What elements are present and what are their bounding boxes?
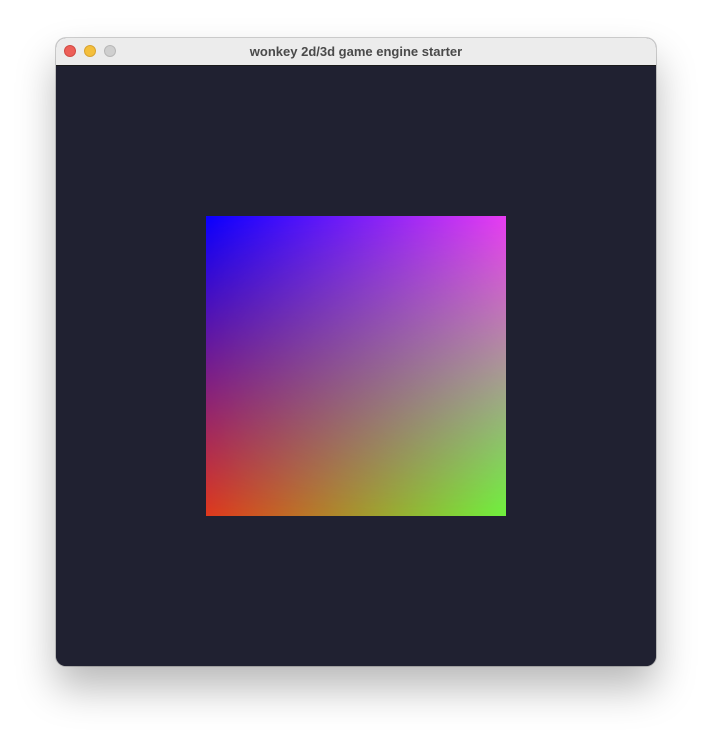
desktop: wonkey 2d/3d game engine starter bbox=[0, 0, 712, 740]
gradient-quad bbox=[206, 216, 506, 516]
title-bar[interactable]: wonkey 2d/3d game engine starter bbox=[56, 38, 656, 66]
gradient-quad-graphic bbox=[206, 216, 506, 516]
app-window[interactable]: wonkey 2d/3d game engine starter bbox=[56, 38, 656, 666]
window-title: wonkey 2d/3d game engine starter bbox=[249, 44, 463, 59]
quad-bottom-gradient bbox=[206, 216, 506, 516]
render-canvas[interactable] bbox=[56, 66, 656, 666]
